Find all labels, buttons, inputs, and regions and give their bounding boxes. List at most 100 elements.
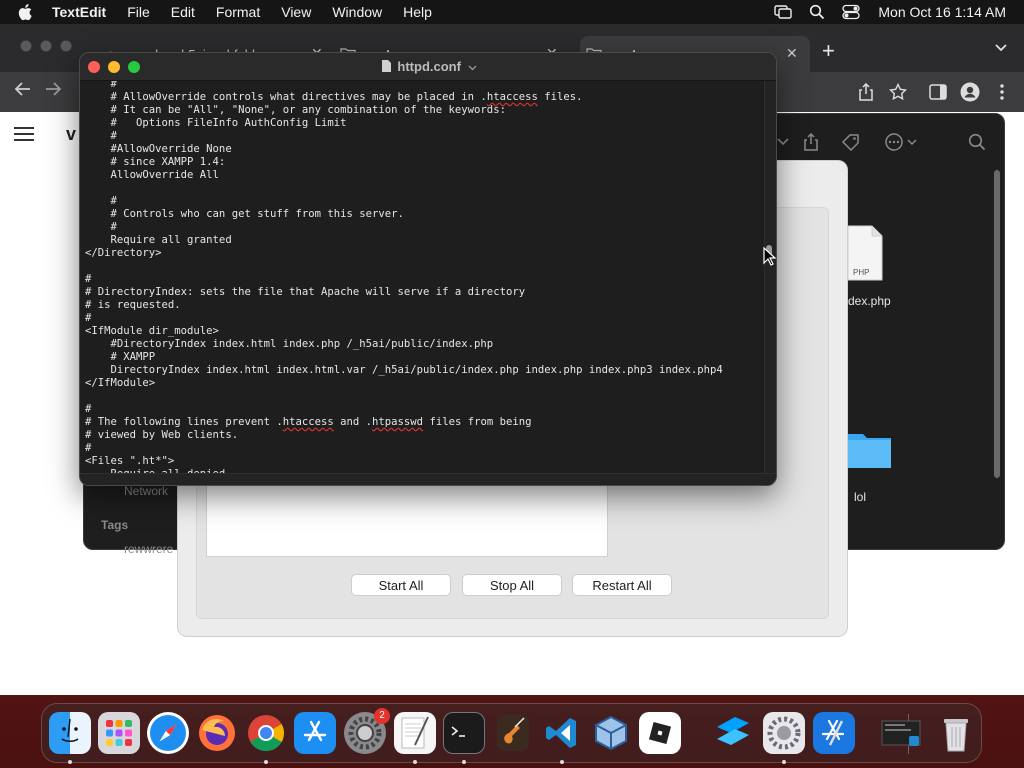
- text-line[interactable]: </IfModule>: [85, 377, 723, 390]
- text-line[interactable]: AllowOverride All: [85, 169, 723, 182]
- hamburger-menu-icon[interactable]: [14, 126, 34, 147]
- xcode-app-icon[interactable]: [813, 712, 855, 754]
- text-line[interactable]: # DirectoryIndex: sets the file that Apa…: [85, 286, 723, 299]
- close-icon[interactable]: ✕: [786, 46, 800, 60]
- misspelled-word[interactable]: htpasswd: [372, 416, 423, 428]
- document-icon: [382, 60, 392, 72]
- text-line[interactable]: #: [85, 195, 723, 208]
- launchpad-app-icon[interactable]: [98, 712, 140, 754]
- control-center-icon[interactable]: [842, 4, 861, 20]
- system-settings-app-icon[interactable]: 2: [344, 708, 390, 754]
- php-file-icon[interactable]: PHP: [846, 224, 886, 284]
- textedit-titlebar[interactable]: httpd.conf: [80, 53, 776, 81]
- text-line[interactable]: [85, 390, 723, 403]
- text-line[interactable]: # The following lines prevent .htaccess …: [85, 416, 723, 429]
- finder-app-icon[interactable]: [49, 712, 91, 754]
- search-icon[interactable]: [966, 132, 988, 152]
- vertical-scrollbar-track[interactable]: [764, 81, 776, 473]
- start-all-button[interactable]: Start All: [351, 574, 451, 596]
- text-line[interactable]: # XAMPP: [85, 351, 723, 364]
- menu-app-name[interactable]: TextEdit: [52, 4, 106, 20]
- document-text[interactable]: # # AllowOverride controls what directiv…: [85, 81, 723, 473]
- file-name[interactable]: lol: [854, 490, 866, 504]
- text-line[interactable]: #: [85, 81, 723, 91]
- safari-app-icon[interactable]: [147, 712, 189, 754]
- garageband-app-icon[interactable]: [492, 712, 534, 754]
- screen-mirroring-icon[interactable]: [774, 4, 793, 20]
- text-line[interactable]: <Files ".ht*">: [85, 455, 723, 468]
- sidebar-item-tag[interactable]: rewwrere: [124, 542, 173, 556]
- new-tab-plus-icon[interactable]: +: [822, 38, 835, 64]
- text-editor-area[interactable]: # # AllowOverride controls what directiv…: [80, 81, 762, 473]
- menu-extras: Mon Oct 16 1:14 AM: [758, 0, 1006, 24]
- roblox-studio-app-icon[interactable]: [712, 712, 754, 754]
- text-line[interactable]: # is requested.: [85, 299, 723, 312]
- text-line[interactable]: #: [85, 130, 723, 143]
- window-preview-thumbnail[interactable]: [880, 712, 922, 754]
- xampp-app-icon[interactable]: [763, 712, 805, 754]
- text-line[interactable]: # viewed by Web clients.: [85, 429, 723, 442]
- tag-icon[interactable]: [840, 132, 862, 152]
- bookmark-star-icon[interactable]: [888, 82, 908, 102]
- text-line[interactable]: #AllowOverride None: [85, 143, 723, 156]
- menu-edit[interactable]: Edit: [171, 4, 195, 20]
- text-line[interactable]: </Directory>: [85, 247, 723, 260]
- folder-icon[interactable]: [846, 426, 894, 474]
- textedit-app-icon[interactable]: [394, 712, 436, 754]
- share-icon[interactable]: [856, 82, 876, 102]
- running-indicator: [68, 760, 72, 764]
- text-line[interactable]: [85, 182, 723, 195]
- text-line[interactable]: DirectoryIndex index.html index.html.var…: [85, 364, 723, 377]
- misspelled-word[interactable]: htaccess: [487, 91, 538, 103]
- menu-view[interactable]: View: [281, 4, 311, 20]
- text-line[interactable]: # since XAMPP 1.4:: [85, 156, 723, 169]
- menu-window[interactable]: Window: [332, 4, 382, 20]
- terminal-app-icon[interactable]: [443, 712, 485, 754]
- text-line[interactable]: #: [85, 403, 723, 416]
- back-arrow-icon[interactable]: [14, 80, 32, 104]
- misspelled-word[interactable]: htaccess: [283, 416, 334, 428]
- profile-avatar-icon[interactable]: [960, 82, 980, 102]
- text-line[interactable]: <IfModule dir_module>: [85, 325, 723, 338]
- stop-all-button[interactable]: Stop All: [462, 574, 562, 596]
- text-line[interactable]: # Controls who can get stuff from this s…: [85, 208, 723, 221]
- forward-arrow-icon[interactable]: [44, 80, 62, 104]
- menu-clock[interactable]: Mon Oct 16 1:14 AM: [878, 4, 1006, 20]
- textedit-window: httpd.conf # # AllowOverride controls wh…: [79, 52, 777, 486]
- menu-help[interactable]: Help: [403, 4, 432, 20]
- sidebar-item-network[interactable]: Network: [124, 484, 168, 498]
- chrome-app-icon[interactable]: [245, 712, 287, 754]
- file-name[interactable]: dex.php: [848, 294, 891, 308]
- horizontal-scrollbar-track[interactable]: [80, 473, 776, 485]
- chevron-down-icon[interactable]: [994, 40, 1008, 58]
- text-line[interactable]: # Options FileInfo AuthConfig Limit: [85, 117, 723, 130]
- chevron-down-icon[interactable]: [468, 65, 477, 71]
- apple-icon[interactable]: [16, 2, 36, 22]
- text-line[interactable]: #DirectoryIndex index.html index.php /_h…: [85, 338, 723, 351]
- virtualbox-app-icon[interactable]: [590, 712, 632, 754]
- vscode-app-icon[interactable]: [541, 712, 583, 754]
- text-line[interactable]: # AllowOverride controls what directives…: [85, 91, 723, 104]
- text-line[interactable]: [85, 260, 723, 273]
- menu-file[interactable]: File: [127, 4, 150, 20]
- text-line[interactable]: #: [85, 442, 723, 455]
- roblox-app-icon[interactable]: [639, 712, 681, 754]
- menu-format[interactable]: Format: [216, 4, 260, 20]
- text-line[interactable]: # It can be "All", "None", or any combin…: [85, 104, 723, 117]
- spotlight-search-icon[interactable]: [808, 4, 826, 20]
- sidebar-section-tags: Tags: [101, 518, 129, 532]
- firefox-app-icon[interactable]: [196, 712, 238, 754]
- share-icon[interactable]: [800, 132, 822, 152]
- text-line[interactable]: Require all granted: [85, 234, 723, 247]
- app-store-app-icon[interactable]: [294, 712, 336, 754]
- running-indicator: [462, 760, 466, 764]
- finder-scrollbar[interactable]: [994, 170, 1000, 478]
- text-line[interactable]: #: [85, 221, 723, 234]
- side-panel-icon[interactable]: [928, 82, 948, 102]
- text-line[interactable]: #: [85, 273, 723, 286]
- text-line[interactable]: #: [85, 312, 723, 325]
- restart-all-button[interactable]: Restart All: [572, 574, 672, 596]
- more-vertical-icon[interactable]: [992, 82, 1012, 102]
- action-menu-icon[interactable]: [882, 132, 922, 152]
- trash-icon[interactable]: [935, 712, 977, 754]
